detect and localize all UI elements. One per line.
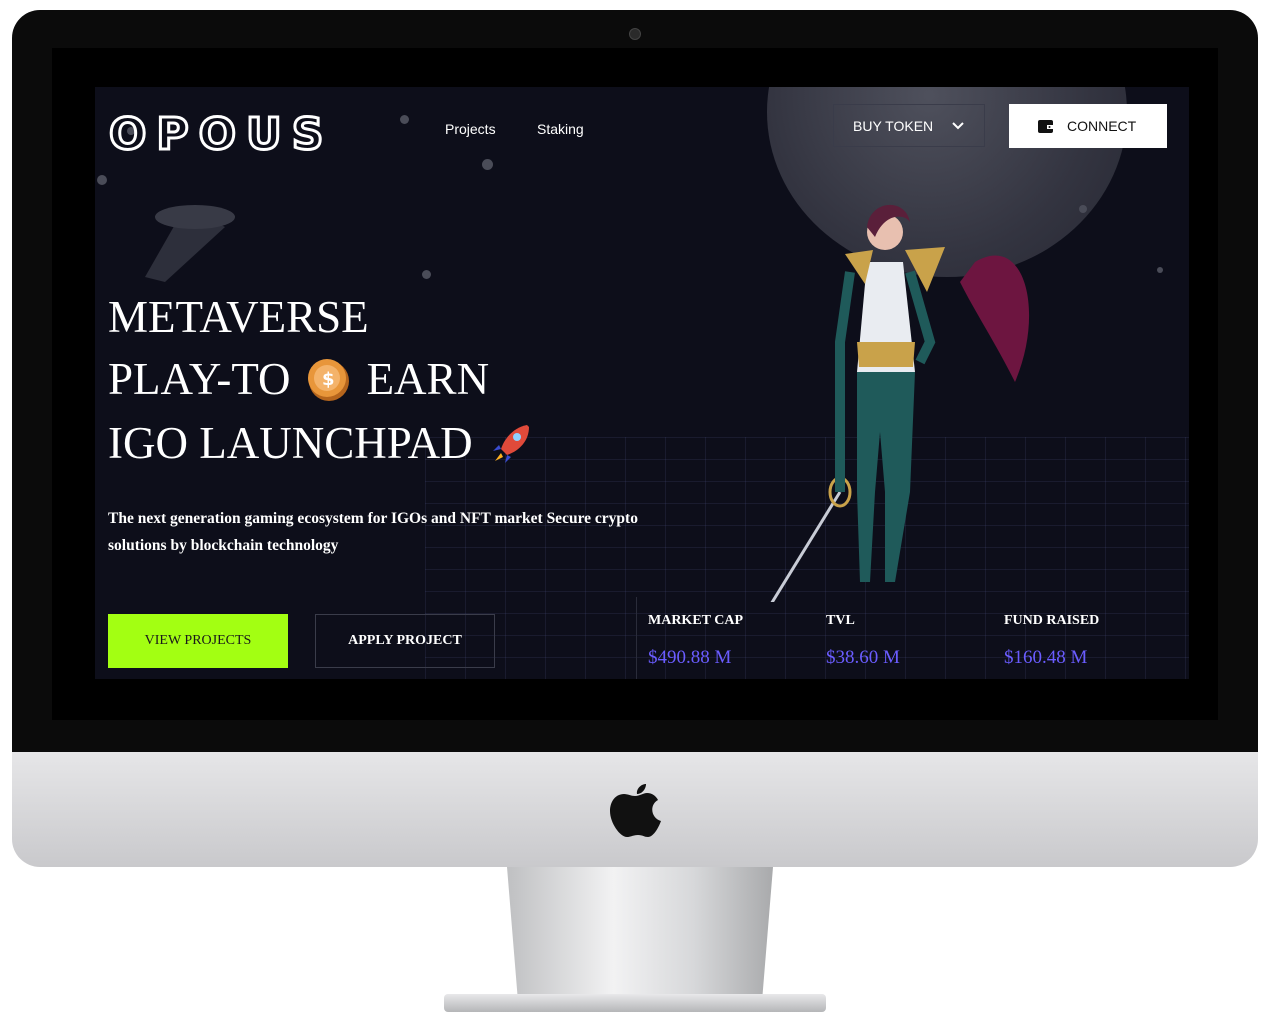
connect-label: CONNECT (1067, 118, 1137, 134)
coin-icon: $ (307, 359, 349, 401)
website-screen: OPOUS Projects Staking BUY TOKEN CONNECT… (95, 87, 1189, 679)
hero-subtitle: The next generation gaming ecosystem for… (108, 510, 638, 554)
stat-label-market-cap: MARKET CAP (648, 613, 744, 628)
monitor-stand (507, 867, 773, 997)
buy-token-label: BUY TOKEN (853, 117, 934, 134)
ufo-icon (145, 205, 235, 282)
stat-value-fund-raised: $160.48 M (1004, 647, 1088, 668)
rocket-icon (492, 425, 529, 463)
brand-logo[interactable]: OPOUS (107, 108, 333, 162)
apple-logo-icon (610, 784, 661, 837)
character-illustration (770, 204, 1030, 602)
wallet-icon (1038, 120, 1054, 133)
buy-token-dropdown[interactable]: BUY TOKEN (833, 104, 985, 147)
hero-line-2: PLAY-TO $ EARN (108, 353, 489, 405)
asteroid-decoration (1157, 267, 1163, 273)
monitor-stand-base (444, 994, 826, 1012)
asteroid-decoration (97, 175, 107, 185)
asteroid-decoration (1079, 205, 1087, 213)
asteroid-decoration (482, 159, 493, 170)
hero-line-3: IGO LAUNCHPAD (108, 417, 535, 469)
apply-project-button[interactable]: APPLY PROJECT (315, 614, 495, 668)
stats-divider (636, 597, 637, 679)
nav-link-projects[interactable]: Projects (445, 121, 496, 137)
hero-line-1: METAVERSE (108, 291, 369, 343)
hero-title-play-to: PLAY-TO (108, 354, 291, 404)
stat-label-fund-raised: FUND RAISED (1004, 613, 1100, 628)
chevron-down-icon (952, 121, 964, 129)
camera-icon (629, 28, 641, 40)
stat-value-market-cap: $490.88 M (648, 647, 732, 668)
connect-wallet-button[interactable]: CONNECT (1009, 104, 1167, 148)
hero-title-earn: EARN (366, 354, 490, 404)
stat-value-tvl: $38.60 M (826, 647, 900, 668)
stat-label-tvl: TVL (826, 613, 855, 628)
hero-title-metaverse: METAVERSE (108, 292, 369, 342)
view-projects-button[interactable]: VIEW PROJECTS (108, 614, 288, 668)
nav-link-staking[interactable]: Staking (537, 121, 584, 137)
asteroid-decoration (422, 270, 431, 279)
svg-text:$: $ (322, 369, 335, 390)
hero-title-igo-launchpad: IGO LAUNCHPAD (108, 418, 473, 468)
asteroid-decoration (400, 115, 409, 124)
